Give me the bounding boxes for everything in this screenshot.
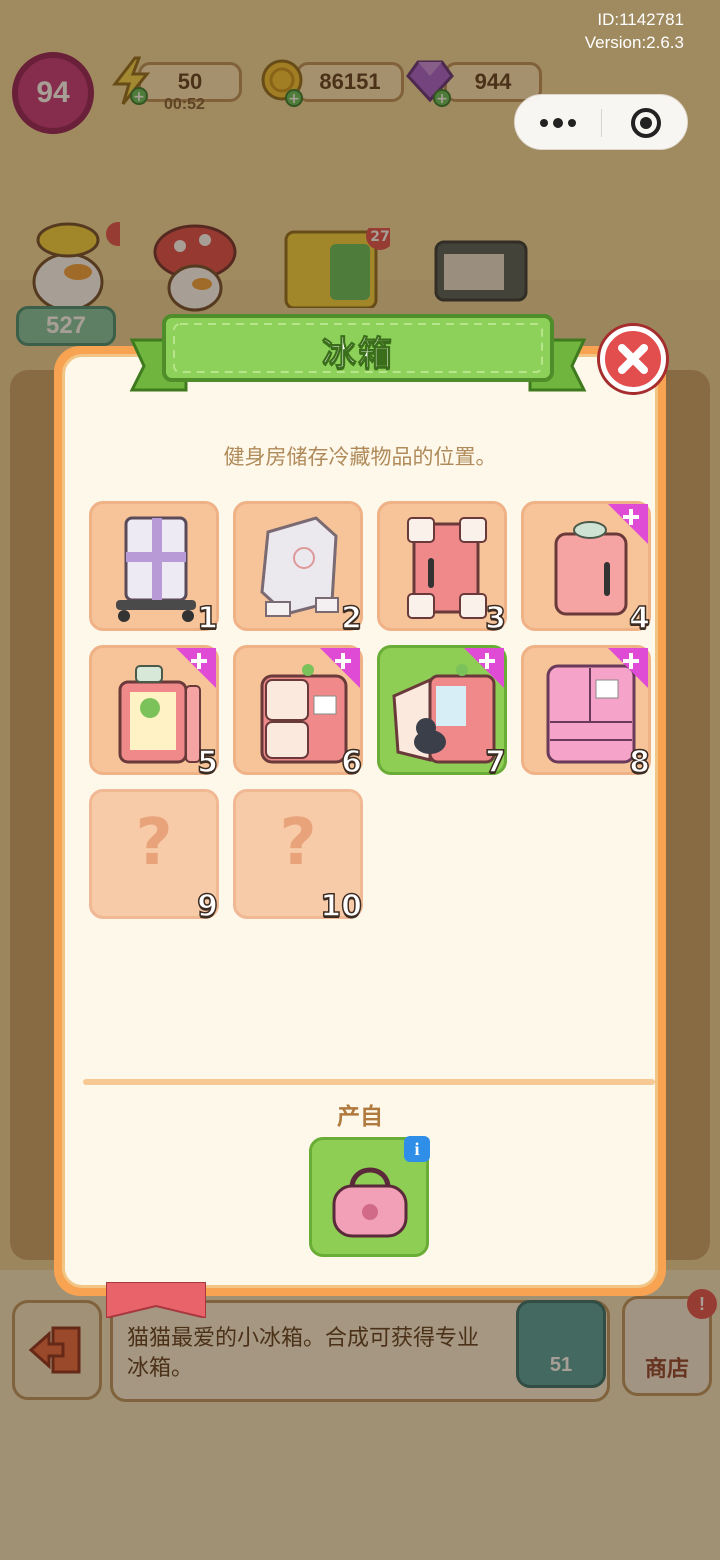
item-number: 6 — [340, 744, 362, 781]
item-collection-modal: 健身房储存冷藏物品的位置。 1 2 3 4 5 6 7 8 ? 9 ? 10 产… — [54, 346, 666, 1296]
plus-corner-icon — [176, 648, 216, 688]
item-tile-3[interactable]: 3 — [377, 501, 507, 637]
item-number: 3 — [484, 600, 506, 637]
question-mark-icon: ? — [279, 806, 317, 880]
modal-body: 健身房储存冷藏物品的位置。 1 2 3 4 5 6 7 8 ? 9 ? 10 产… — [62, 354, 658, 1288]
foam-corner-fridge-icon — [407, 517, 487, 619]
target-icon — [631, 108, 661, 138]
close-miniprogram-button[interactable] — [603, 95, 689, 151]
info-icon[interactable]: i — [404, 1136, 430, 1162]
item-tile-4[interactable]: 4 — [521, 501, 651, 637]
pink-bag-icon — [332, 1167, 408, 1238]
modal-close-button[interactable] — [600, 326, 666, 392]
user-id-label: ID:1142781 — [597, 10, 684, 29]
modal-title: 冰箱 — [322, 335, 394, 374]
plus-corner-icon — [320, 648, 360, 688]
packed-fridge-icon — [116, 516, 196, 622]
close-icon — [618, 344, 648, 374]
wrapped-fridge-icon — [260, 516, 339, 617]
plus-corner-icon — [608, 504, 648, 544]
item-tile-8[interactable]: 8 — [521, 645, 651, 781]
item-number: 4 — [628, 600, 650, 637]
plus-corner-icon — [464, 648, 504, 688]
item-tile-10[interactable]: ? 10 — [233, 789, 363, 925]
item-number: 2 — [340, 600, 362, 637]
ribbon-decoration — [106, 1282, 206, 1318]
item-number: 5 — [196, 744, 218, 781]
item-tile-1[interactable]: 1 — [89, 501, 219, 637]
more-dots-icon — [540, 118, 576, 128]
question-mark-icon: ? — [135, 806, 173, 880]
plus-corner-icon — [608, 648, 648, 688]
modal-description: 健身房储存冷藏物品的位置。 — [223, 446, 497, 469]
item-tile-6[interactable]: 6 — [233, 645, 363, 781]
more-menu-button[interactable] — [515, 95, 601, 151]
item-tile-7[interactable]: 7 — [377, 645, 507, 781]
item-number: 7 — [484, 744, 506, 781]
version-label: Version:2.6.3 — [584, 33, 684, 52]
build-info: ID:1142781 Version:2.6.3 — [585, 8, 684, 54]
item-number: 10 — [320, 888, 363, 925]
source-item-bag[interactable]: i — [309, 1136, 430, 1257]
item-number: 9 — [196, 888, 218, 925]
item-number: 8 — [628, 744, 650, 781]
item-tile-2[interactable]: 2 — [233, 501, 363, 637]
modal-title-banner: 冰箱 — [108, 312, 608, 392]
section-divider — [83, 1079, 655, 1085]
item-tile-5[interactable]: 5 — [89, 645, 219, 781]
item-tile-9[interactable]: ? 9 — [89, 789, 219, 925]
source-label: 产自 — [337, 1103, 383, 1129]
item-number: 1 — [196, 600, 218, 637]
miniprogram-capsule — [514, 94, 688, 150]
capsule-divider — [601, 109, 602, 137]
